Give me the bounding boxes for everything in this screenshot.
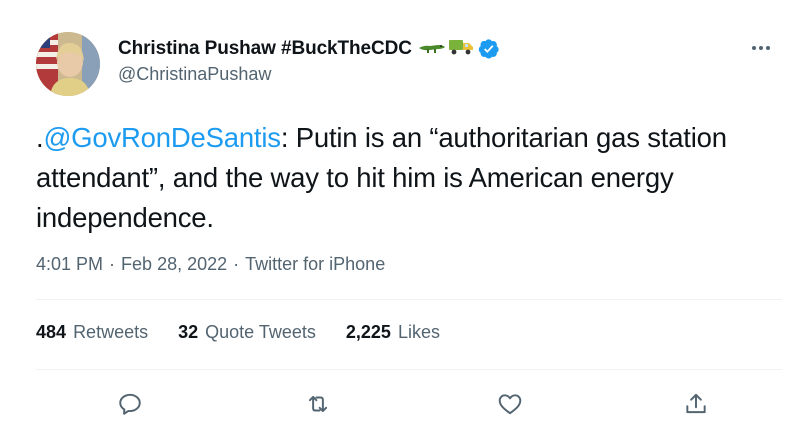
retweets-stat[interactable]: 484 Retweets xyxy=(36,322,148,343)
quote-tweets-count: 32 xyxy=(178,322,199,342)
tweet-source-link[interactable]: Twitter for iPhone xyxy=(245,254,385,274)
more-options-icon[interactable] xyxy=(752,42,774,54)
retweet-icon xyxy=(308,395,328,413)
reply-icon xyxy=(119,393,141,415)
meta-separator: · xyxy=(233,254,240,274)
engagement-stats: 484 Retweets 32 Quote Tweets 2,225 Likes xyxy=(36,322,440,343)
quote-tweets-label: Quote Tweets xyxy=(205,322,316,342)
divider xyxy=(36,369,782,370)
author-display-name[interactable]: Christina Pushaw #BuckTheCDC xyxy=(118,38,412,60)
likes-count: 2,225 xyxy=(345,322,391,342)
retweet-button[interactable] xyxy=(298,384,338,424)
share-icon xyxy=(686,393,706,414)
retweets-label: Retweets xyxy=(73,322,149,342)
like-icon xyxy=(498,394,522,415)
tweet-metadata: 4:01 PM · Feb 28, 2022 · Twitter for iPhone xyxy=(36,254,385,275)
divider xyxy=(36,299,782,300)
avatar[interactable] xyxy=(36,32,100,96)
author-name-row: Christina Pushaw #BuckTheCDC xyxy=(118,36,500,62)
likes-stat[interactable]: 2,225 Likes xyxy=(346,322,440,343)
tweet-actions-bar xyxy=(0,384,798,424)
tweet-date-link[interactable]: Feb 28, 2022 xyxy=(121,254,227,274)
quote-tweets-stat[interactable]: 32 Quote Tweets xyxy=(178,322,316,343)
truck-icon xyxy=(448,38,474,61)
reply-button[interactable] xyxy=(110,384,150,424)
author-handle[interactable]: @ChristinaPushaw xyxy=(118,64,271,85)
retweets-count: 484 xyxy=(36,322,67,342)
mention-link[interactable]: @GovRonDeSantis xyxy=(43,122,281,153)
share-button[interactable] xyxy=(676,384,716,424)
alligator-icon xyxy=(418,39,446,60)
tweet-card: Christina Pushaw #BuckTheCDC @ChristinaP… xyxy=(0,0,798,440)
tweet-text: .@GovRonDeSantis: Putin is an “authorita… xyxy=(36,118,776,238)
like-button[interactable] xyxy=(490,384,530,424)
likes-label: Likes xyxy=(397,322,440,342)
meta-separator: · xyxy=(109,254,116,274)
verified-badge-icon xyxy=(478,38,500,60)
author-emoji-group xyxy=(418,38,474,61)
tweet-time-link[interactable]: 4:01 PM xyxy=(36,254,103,274)
